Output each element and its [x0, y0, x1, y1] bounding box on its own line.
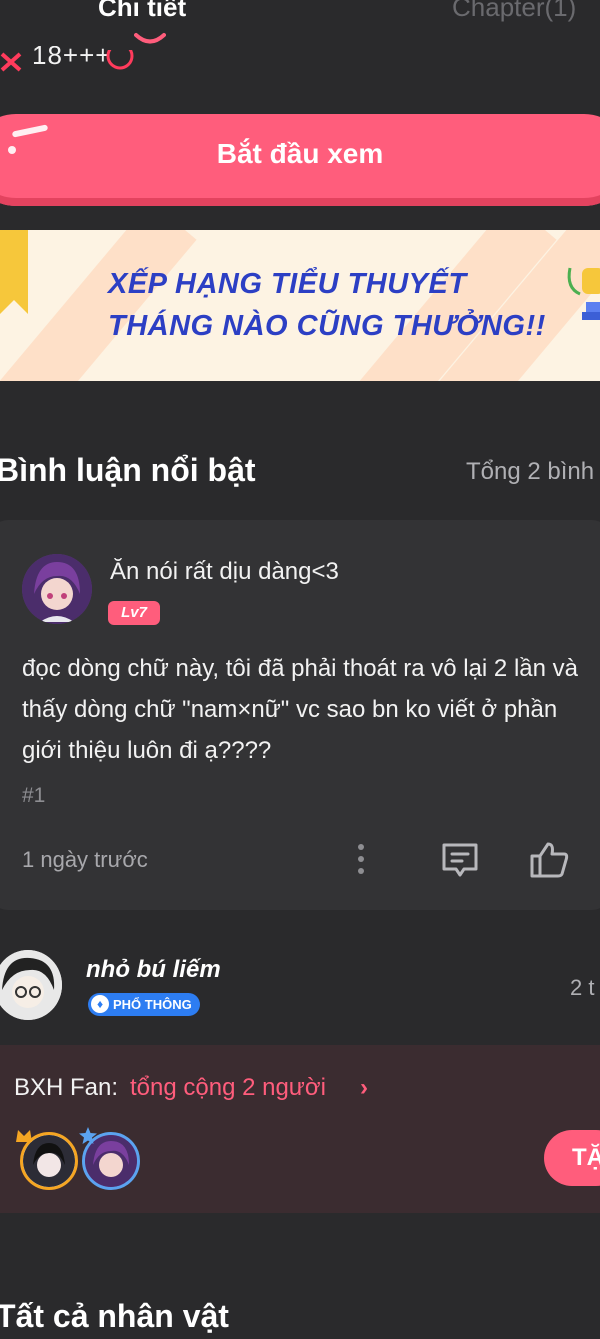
all-characters-title: Tất cả nhân vật — [0, 1298, 229, 1334]
comment-text: đọc dòng chữ này, tôi đã phải thoát ra v… — [22, 655, 578, 764]
fan-ranking-total[interactable]: tổng cộng 2 người — [130, 1074, 326, 1102]
comment-number: #1 — [22, 784, 46, 807]
comment-time: 1 ngày trước — [22, 847, 148, 872]
tab-chapters[interactable]: Chapter(1) — [452, 0, 576, 23]
tab-details[interactable]: Chi tiết — [98, 0, 186, 23]
button-shine — [11, 124, 49, 138]
tab-active-indicator — [134, 33, 166, 44]
banner-line-2: THÁNG NÀO CŨNG THƯỞNG!! — [108, 310, 546, 342]
trophy-icon — [567, 267, 600, 320]
start-watching-button[interactable]: Bắt đầu xem — [0, 114, 600, 206]
avatar[interactable] — [0, 950, 62, 1020]
reply-icon[interactable] — [440, 841, 480, 879]
avatar-image — [22, 554, 92, 624]
ranking-banner[interactable]: XẾP HẠNG TIỂU THUYẾT THÁNG NÀO CŨNG THƯỞ… — [0, 230, 600, 381]
comment-author[interactable]: Ăn nói rất dịu dàng<3 — [110, 558, 339, 586]
start-watching-label: Bắt đầu xem — [216, 138, 384, 169]
highlight-comments-title: Bình luận nổi bật — [0, 452, 256, 488]
close-icon — [0, 52, 22, 72]
comment-count-link[interactable]: Tổng 2 bình — [466, 458, 594, 486]
fan-ranking-label: BXH Fan: — [14, 1074, 119, 1101]
like-icon[interactable] — [528, 840, 570, 880]
avatar-image — [0, 950, 62, 1020]
crown-icon — [16, 1130, 32, 1142]
comment-author[interactable]: nhỏ bú liếm — [86, 956, 221, 984]
comment-time: 2 t — [570, 975, 595, 1000]
age-rating-row: 18+++ — [0, 46, 200, 76]
more-options-icon[interactable] — [356, 842, 366, 876]
avatar[interactable] — [22, 554, 92, 624]
rating-ring-icon — [106, 50, 134, 70]
banner-line-1: XẾP HẠNG TIỂU THUYẾT — [108, 268, 467, 300]
gift-button[interactable]: TẶ — [544, 1130, 600, 1186]
droplet-icon: ♦ — [91, 995, 109, 1013]
banner-stripe — [0, 230, 197, 381]
membership-badge-label: PHỔ THÔNG — [113, 997, 192, 1012]
chevron-right-icon[interactable]: › — [360, 1074, 368, 1102]
membership-badge: ♦ PHỔ THÔNG — [88, 993, 200, 1016]
age-rating: 18+++ — [32, 46, 112, 70]
ribbon-icon — [0, 230, 28, 314]
level-badge: Lv7 — [108, 601, 160, 625]
star-icon — [79, 1127, 97, 1144]
